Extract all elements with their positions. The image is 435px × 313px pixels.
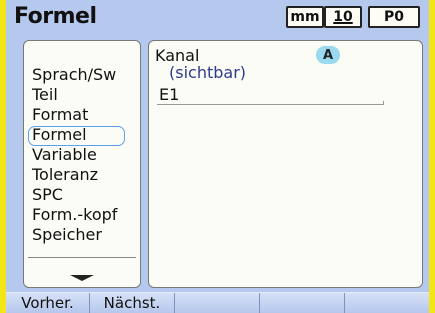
menu-item-speicher[interactable]: Speicher [24, 225, 140, 245]
menu-item-teil[interactable]: Teil [24, 85, 140, 105]
channel-badge[interactable]: A [316, 46, 340, 64]
menu-list: Sprach/Sw Teil Format Formel Variable To… [24, 65, 140, 245]
menu-item-sprach-sw[interactable]: Sprach/Sw [24, 65, 140, 85]
softkey-bar: Vorher. Nächst. [6, 292, 429, 313]
formula-field-value[interactable]: E1 [159, 85, 179, 104]
menu-item-format[interactable]: Format [24, 105, 140, 125]
display-screen: Formel mm 10 P0 Sprach/Sw Teil Format Fo… [6, 0, 429, 313]
resolution-value: 10 [333, 9, 353, 25]
softkey-next[interactable]: Nächst. [90, 293, 175, 313]
menu-item-spc[interactable]: SPC [24, 185, 140, 205]
visibility-label: (sichtbar) [169, 63, 247, 82]
softkey-4[interactable] [260, 293, 345, 313]
setup-menu: Sprach/Sw Teil Format Formel Variable To… [23, 40, 141, 288]
menu-item-form-kopf[interactable]: Form.-kopf [24, 205, 140, 225]
menu-divider [28, 257, 136, 258]
resolution-indicator[interactable]: 10 [324, 6, 362, 28]
unit-indicator[interactable]: mm [286, 6, 324, 28]
preset-indicator[interactable]: P0 [368, 6, 420, 28]
softkey-3[interactable] [175, 293, 260, 313]
softkey-5[interactable] [345, 293, 429, 313]
softkey-previous[interactable]: Vorher. [6, 293, 90, 313]
formula-field-underline [157, 101, 384, 105]
page-title: Formel [14, 4, 97, 29]
menu-item-formel[interactable]: Formel [24, 125, 140, 146]
arrow-down-icon[interactable] [70, 275, 94, 281]
menu-item-toleranz[interactable]: Toleranz [24, 165, 140, 185]
menu-item-variable[interactable]: Variable [24, 145, 140, 165]
formula-panel: Kanal A (sichtbar) E1 [148, 40, 423, 288]
